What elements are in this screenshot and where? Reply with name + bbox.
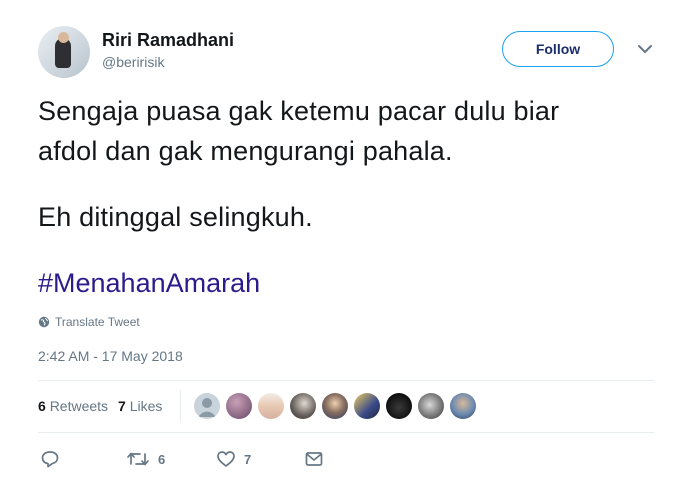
tweet-stats: 6 Retweets 7 Likes <box>38 398 162 414</box>
tweet-text-line: Eh ditinggal selingkuh. <box>38 202 313 232</box>
envelope-icon <box>305 452 323 466</box>
liker-avatar[interactable] <box>450 393 476 419</box>
liker-avatar[interactable] <box>290 393 316 419</box>
liker-avatar-default[interactable] <box>194 393 220 419</box>
retweets-label: Retweets <box>49 398 109 414</box>
reply-icon <box>41 451 59 468</box>
likes-count: 7 <box>118 398 126 414</box>
author-display-name[interactable]: Riri Ramadhani <box>102 30 234 51</box>
divider <box>38 432 654 433</box>
reply-button[interactable] <box>40 448 60 470</box>
hashtag-link[interactable]: #MenahanAmarah <box>38 268 260 299</box>
like-count: 7 <box>244 451 252 467</box>
tweet-actions: 6 7 <box>0 448 688 470</box>
liker-avatar[interactable] <box>354 393 380 419</box>
liker-avatar[interactable] <box>322 393 348 419</box>
heart-icon <box>217 451 235 467</box>
likes-label: Likes <box>129 398 163 414</box>
retweet-count: 6 <box>158 451 166 467</box>
default-avatar-icon <box>198 398 216 417</box>
chevron-down-icon[interactable] <box>636 40 654 58</box>
divider <box>38 380 654 381</box>
retweet-icon <box>127 452 149 466</box>
retweet-button[interactable]: 6 <box>126 448 165 470</box>
likes-stat[interactable]: 7 Likes <box>118 398 162 414</box>
liker-avatar[interactable] <box>418 393 444 419</box>
like-button[interactable]: 7 <box>216 448 251 470</box>
tweet-card: Riri Ramadhani @beririsik Follow Sengaja… <box>0 0 688 478</box>
follow-button[interactable]: Follow <box>502 31 614 67</box>
stats-divider <box>180 390 181 422</box>
liker-avatar[interactable] <box>258 393 284 419</box>
direct-message-button[interactable] <box>304 448 324 470</box>
retweets-count: 6 <box>38 398 46 414</box>
tweet-text-line: Sengaja puasa gak ketemu pacar dulu biar <box>38 96 560 126</box>
liker-avatar[interactable] <box>386 393 412 419</box>
globe-icon <box>38 316 50 328</box>
translate-tweet-label: Translate Tweet <box>55 315 140 329</box>
translate-tweet-link[interactable]: Translate Tweet <box>38 314 140 330</box>
tweet-timestamp[interactable]: 2:42 AM - 17 May 2018 <box>38 348 183 364</box>
avatar-head <box>58 32 69 43</box>
liker-avatar[interactable] <box>226 393 252 419</box>
author-username[interactable]: @beririsik <box>102 54 164 70</box>
tweet-text-line: afdol dan gak mengurangi pahala. <box>38 136 453 166</box>
author-avatar[interactable] <box>38 26 90 78</box>
retweets-stat[interactable]: 6 Retweets <box>38 398 108 414</box>
